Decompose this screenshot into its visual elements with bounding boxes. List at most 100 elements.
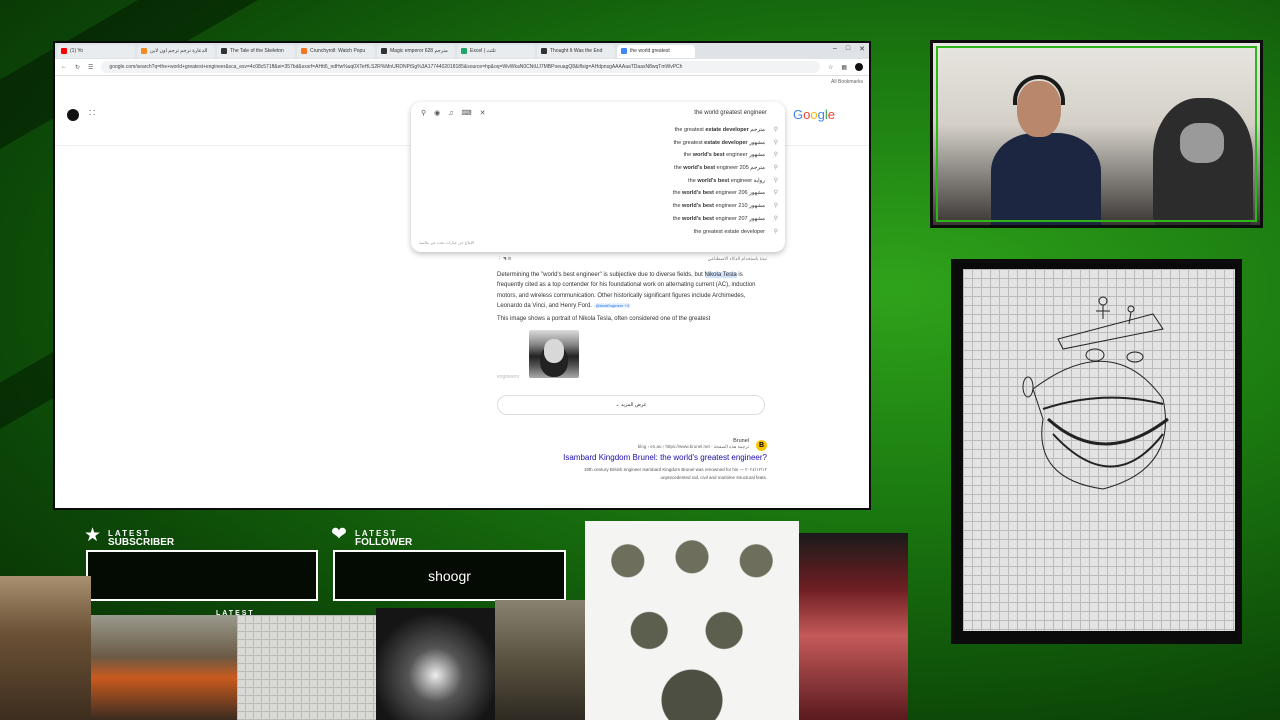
ai-overview: ⋮ ◥ ⚙ نبذة باستخدام الذكاء الاصطناعي Det… bbox=[497, 254, 767, 382]
ai-source-chip[interactable]: @bestEngineer +3 bbox=[593, 302, 631, 308]
search-row: ⚲ ◉ ♫ ⌨ ✕ the world greatest engineer bbox=[411, 102, 785, 124]
graph-paper bbox=[963, 269, 1235, 631]
ai-overview-menu[interactable]: ⋮ ◥ ⚙ bbox=[497, 254, 512, 264]
suggestion-item[interactable]: ⚲ مشهور the greatest estate developer bbox=[411, 137, 785, 150]
brunel-site-icon: B bbox=[756, 440, 767, 451]
hidden-latest-label: LATEST bbox=[216, 610, 255, 617]
ai-answer-highlight: Nikola Tesla bbox=[704, 272, 737, 279]
result-cite: blog › en.au › https://www.brunel.net · … bbox=[637, 444, 749, 449]
collage-image-chimp-suits bbox=[376, 608, 495, 720]
chevron-down-icon: ⌄ bbox=[615, 402, 620, 408]
profile-icon[interactable] bbox=[855, 63, 863, 71]
result-snippet: 19th century British engineer Isambard K… bbox=[583, 467, 767, 472]
latest-follower-box: shoogr bbox=[333, 550, 566, 601]
webcam-feed bbox=[930, 40, 1263, 228]
apps-grid-icon[interactable]: ∷ bbox=[89, 108, 95, 119]
search-icon[interactable]: ⚲ bbox=[421, 109, 426, 117]
search-suggestions-box: ⚲ ◉ ♫ ⌨ ✕ the world greatest engineer ⚲ م… bbox=[411, 102, 785, 252]
address-bar: ← ↻ ☰ google.com/search?q=the+world+grea… bbox=[55, 59, 869, 76]
youtube-icon bbox=[61, 48, 67, 54]
drawing-camera-feed bbox=[951, 259, 1242, 644]
browser-tab[interactable]: Thought It Was the End bbox=[537, 44, 615, 58]
suggestion-item[interactable]: ⚲ مشهور 210 the world's best engineer bbox=[411, 200, 785, 213]
suggestion-item[interactable]: ⚲ مترجم 205 the world's best engineer bbox=[411, 162, 785, 175]
suggestion-item[interactable]: ⚲ the greatest estate developer bbox=[411, 226, 785, 239]
search-icon: ⚲ bbox=[773, 177, 778, 184]
collage-image-anime-warrior bbox=[799, 533, 908, 720]
streamer-body bbox=[991, 133, 1101, 225]
browser-tab-active[interactable]: the world greatest bbox=[617, 44, 695, 58]
latest-follower-title: LATEST FOLLOWER bbox=[355, 529, 413, 548]
gorilla-face bbox=[1180, 123, 1224, 163]
result-title-link[interactable]: Isambard Kingdom Brunel: the world's gre… bbox=[497, 453, 767, 462]
window-controls: – □ ✕ bbox=[833, 45, 865, 53]
latest-follower-name: shoogr bbox=[428, 567, 471, 584]
back-icon[interactable]: ← bbox=[61, 64, 67, 70]
keyboard-icon[interactable]: ⌨ bbox=[462, 109, 472, 117]
google-results-page: ∷ Google ⋮ ◥ ⚙ نبذة باستخدام الذكاء الاص… bbox=[55, 88, 869, 508]
collage-image-chimp-soldiers bbox=[495, 600, 585, 720]
sketch-drawing bbox=[1022, 296, 1169, 490]
close-icon[interactable]: ✕ bbox=[859, 45, 865, 53]
search-input[interactable]: the world greatest engineer bbox=[694, 110, 767, 116]
excel-icon bbox=[461, 48, 467, 54]
browser-tab[interactable]: (1) Yo bbox=[57, 44, 135, 58]
collage-image-ape-battle bbox=[91, 615, 237, 720]
ai-image-caption: This image shows a portrait of Nikola Te… bbox=[497, 316, 711, 323]
lens-icon[interactable]: ◉ bbox=[434, 109, 440, 117]
suggestion-item[interactable]: ⚲ مترجم the greatest estate developer bbox=[411, 124, 785, 137]
browser-tab[interactable]: الدعارة ترجم ترجم اون لاين bbox=[137, 44, 215, 58]
minimize-icon[interactable]: – bbox=[833, 45, 837, 53]
maximize-icon[interactable]: □ bbox=[846, 45, 850, 53]
site-icon bbox=[381, 48, 387, 54]
collage-image-sketch bbox=[237, 615, 376, 720]
ai-overview-label: نبذة باستخدام الذكاء الاصطناعي bbox=[707, 256, 767, 261]
google-icon bbox=[621, 48, 627, 54]
google-logo[interactable]: Google bbox=[793, 107, 835, 122]
search-icon: ⚲ bbox=[773, 215, 778, 222]
report-inappropriate-link[interactable]: الإبلاغ عن عبارات بحث غير ملائمة bbox=[411, 240, 785, 245]
browser-tab[interactable]: The Tale of the Skeleton bbox=[217, 44, 295, 58]
all-bookmarks-link[interactable]: All Bookmarks bbox=[831, 79, 863, 85]
bookmark-star-icon[interactable]: ☆ bbox=[828, 64, 833, 71]
browser-tab[interactable]: Crunchyroll: Watch Popu bbox=[297, 44, 375, 58]
search-icon: ⚲ bbox=[773, 203, 778, 210]
clear-icon[interactable]: ✕ bbox=[480, 109, 486, 117]
browser-tab[interactable]: Magic emperor مترجم 628 bbox=[377, 44, 455, 58]
site-icon bbox=[141, 48, 147, 54]
browser-tab[interactable]: Excel | ثلثث bbox=[457, 44, 535, 58]
url-input[interactable]: google.com/search?q=the+world+greatest+e… bbox=[101, 61, 820, 73]
search-icon: ⚲ bbox=[773, 165, 778, 172]
microphone-icon[interactable]: ♫ bbox=[448, 110, 453, 117]
search-icon: ⚲ bbox=[773, 190, 778, 197]
extensions-icon[interactable]: ▦ bbox=[841, 64, 847, 71]
tesla-portrait-image[interactable] bbox=[529, 330, 579, 379]
suggestion-item[interactable]: ⚲ رواية the world's best engineer bbox=[411, 175, 785, 188]
search-icon: ⚲ bbox=[773, 139, 778, 146]
show-more-button[interactable]: ⌄ عرض المزيد bbox=[497, 395, 765, 415]
search-icon: ⚲ bbox=[773, 152, 778, 159]
tab-bar: (1) Yo الدعارة ترجم ترجم اون لاين The Ta… bbox=[55, 43, 869, 59]
latest-subscriber-title: LATEST SUBSCRIBER bbox=[108, 529, 175, 548]
crunchyroll-icon bbox=[301, 48, 307, 54]
latest-subscriber-box bbox=[86, 550, 318, 601]
site-icon bbox=[541, 48, 547, 54]
browser-window: (1) Yo الدعارة ترجم ترجم اون لاين The Ta… bbox=[53, 41, 871, 510]
ai-answer: Determining the "world's best engineer" … bbox=[497, 272, 756, 309]
search-result: B Brunel blog › en.au › https://www.brun… bbox=[497, 438, 767, 482]
bookmarks-bar: All Bookmarks bbox=[55, 76, 869, 88]
suggestion-item[interactable]: ⚲ مشهور 206 the world's best engineer bbox=[411, 187, 785, 200]
result-snippet: unprecedented rail, civil and maritime s… bbox=[660, 475, 767, 480]
reload-icon[interactable]: ↻ bbox=[75, 64, 80, 71]
suggestion-item[interactable]: ⚲ مشهور the world's best engineer bbox=[411, 149, 785, 162]
site-icon bbox=[221, 48, 227, 54]
ai-overview-header: ⋮ ◥ ⚙ نبذة باستخدام الذكاء الاصطناعي bbox=[497, 254, 767, 264]
search-icon: ⚲ bbox=[773, 127, 778, 133]
collage-image-chimp-army bbox=[585, 521, 799, 720]
star-icon: ★ bbox=[84, 525, 102, 546]
site-info-icon[interactable]: ☰ bbox=[88, 64, 93, 71]
suggestion-item[interactable]: ⚲ مشهور 207 the world's best engineer bbox=[411, 213, 785, 226]
account-avatar[interactable] bbox=[67, 109, 79, 121]
collage-image-ape-throne bbox=[0, 576, 91, 720]
gorilla-avatar bbox=[1153, 98, 1253, 225]
